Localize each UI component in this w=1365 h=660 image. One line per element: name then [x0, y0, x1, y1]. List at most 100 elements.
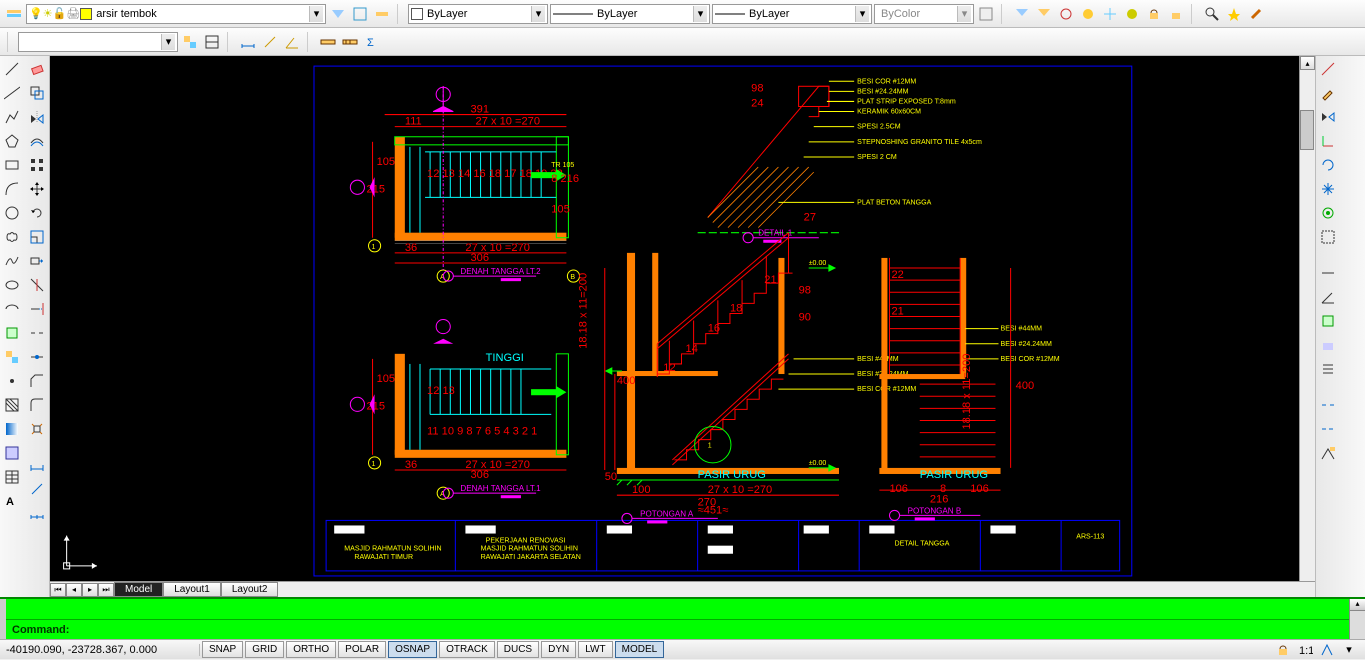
polar-toggle[interactable]: POLAR — [338, 641, 386, 658]
layer-lock-button[interactable] — [1144, 4, 1164, 24]
dist-tool-button[interactable] — [1317, 262, 1339, 284]
plotstyle-button[interactable] — [976, 4, 996, 24]
pan-button[interactable] — [1317, 178, 1339, 200]
layer-freeze-button[interactable] — [1100, 4, 1120, 24]
status-annotation-icon[interactable] — [1317, 640, 1337, 660]
circle-button[interactable] — [1, 202, 23, 224]
move-button[interactable] — [26, 178, 48, 200]
h-mirror-button[interactable] — [1317, 106, 1339, 128]
explode-button[interactable] — [26, 418, 48, 440]
ucs-button[interactable] — [1317, 130, 1339, 152]
point-button[interactable] — [1, 370, 23, 392]
spline-button[interactable] — [1, 250, 23, 272]
model-toggle[interactable]: MODEL — [615, 641, 665, 658]
layer-match-button[interactable] — [1034, 4, 1054, 24]
light-button[interactable] — [1224, 4, 1244, 24]
dim-continue-left-button[interactable] — [26, 502, 48, 524]
layer-manager-button[interactable] — [4, 4, 24, 24]
zoom-button[interactable] — [1202, 4, 1222, 24]
vertical-scrollbar[interactable]: ▴ — [1299, 56, 1315, 581]
area-tool-button[interactable] — [1317, 310, 1339, 332]
orbit-button[interactable] — [1317, 202, 1339, 224]
region-button[interactable] — [1, 442, 23, 464]
matchprop-button[interactable] — [1317, 82, 1339, 104]
scroll-up-button[interactable]: ▴ — [1300, 56, 1315, 70]
model-tab[interactable]: Model — [114, 582, 163, 597]
ellipse-arc-button[interactable] — [1, 298, 23, 320]
dimstyle-button[interactable] — [180, 32, 200, 52]
dim-linear-button[interactable] — [238, 32, 258, 52]
layer-on-button[interactable] — [1078, 4, 1098, 24]
mtext-button[interactable]: A — [1, 490, 23, 512]
grid-toggle[interactable]: GRID — [245, 641, 284, 658]
snap-toggle[interactable]: SNAP — [202, 641, 243, 658]
annotate-button[interactable] — [1317, 442, 1339, 464]
osnap-toggle[interactable]: OSNAP — [388, 641, 437, 658]
make-current-button[interactable] — [1012, 4, 1032, 24]
rotate-button[interactable] — [26, 202, 48, 224]
tab-next-button[interactable]: ▸ — [82, 583, 98, 597]
angle-tool-button[interactable] — [1317, 286, 1339, 308]
dim-aligned-left-button[interactable] — [26, 478, 48, 500]
layer-off-button[interactable] — [1056, 4, 1076, 24]
tab-prev-button[interactable]: ◂ — [66, 583, 82, 597]
erase-button[interactable] — [26, 58, 48, 80]
textstyle-dropdown[interactable]: ▾ — [18, 32, 178, 52]
status-scale-icon[interactable]: 1:1 — [1295, 640, 1315, 660]
rectangle-button[interactable] — [1, 154, 23, 176]
array-button[interactable] — [26, 154, 48, 176]
layer-dropdown[interactable]: 💡 ☀ 🔓 🖨 arsir tembok ▾ — [26, 4, 326, 24]
zoom-window-button[interactable] — [1317, 226, 1339, 248]
otrack-toggle[interactable]: OTRACK — [439, 641, 495, 658]
join-button[interactable] — [26, 346, 48, 368]
tablestyle-button[interactable] — [202, 32, 222, 52]
massprop-button[interactable] — [1317, 334, 1339, 356]
revcloud-button[interactable] — [1, 226, 23, 248]
layer-states-button[interactable] — [350, 4, 370, 24]
command-line[interactable]: Command: — [6, 619, 1349, 639]
ellipse-button[interactable] — [1, 274, 23, 296]
layout1-tab[interactable]: Layout1 — [163, 582, 221, 597]
dim-angular-button[interactable] — [282, 32, 302, 52]
mirror-button[interactable] — [26, 106, 48, 128]
tab-last-button[interactable]: ⏭ — [98, 583, 114, 597]
layer-previous-button[interactable] — [328, 4, 348, 24]
measure-button[interactable] — [318, 32, 338, 52]
pline-button[interactable] — [1, 106, 23, 128]
fillet-button[interactable] — [26, 394, 48, 416]
break-gap-button[interactable] — [1317, 418, 1339, 440]
offset-button[interactable] — [26, 130, 48, 152]
polygon-button[interactable] — [1, 130, 23, 152]
break-button[interactable] — [26, 322, 48, 344]
lineweight-dropdown[interactable]: ByLayer ▾ — [712, 4, 872, 24]
plotstyle-dropdown[interactable]: ByColor ▾ — [874, 4, 974, 24]
chamfer-button[interactable] — [26, 370, 48, 392]
measure2-button[interactable] — [340, 32, 360, 52]
trim-button[interactable] — [26, 274, 48, 296]
layer-iso-button[interactable] — [372, 4, 392, 24]
stretch-button[interactable] — [26, 250, 48, 272]
arc-button[interactable] — [1, 178, 23, 200]
layout2-tab[interactable]: Layout2 — [221, 582, 279, 597]
break-at-button[interactable] — [1317, 394, 1339, 416]
coordinates-display[interactable]: -40190.090, -23728.367, 0.000 — [0, 644, 200, 656]
distance-button[interactable] — [1317, 58, 1339, 80]
layer-thaw-button[interactable] — [1122, 4, 1142, 24]
ortho-toggle[interactable]: ORTHO — [286, 641, 336, 658]
command-scrollbar[interactable]: ▴ — [1349, 599, 1365, 639]
insert-button[interactable] — [1, 322, 23, 344]
gradient-button[interactable] — [1, 418, 23, 440]
sum-button[interactable]: Σ — [362, 32, 382, 52]
scroll-thumb[interactable] — [1300, 110, 1314, 150]
layer-unlock-button[interactable] — [1166, 4, 1186, 24]
ducs-toggle[interactable]: DUCS — [497, 641, 539, 658]
color-dropdown[interactable]: ByLayer ▾ — [408, 4, 548, 24]
line-button[interactable] — [1, 58, 23, 80]
drawing-canvas[interactable]: MASJID RAHMATUN SOLIHIN RAWAJATI TIMUR P… — [50, 56, 1315, 581]
ucs-rotate-button[interactable] — [1317, 154, 1339, 176]
dyn-toggle[interactable]: DYN — [541, 641, 576, 658]
lwt-toggle[interactable]: LWT — [578, 641, 612, 658]
extend-button[interactable] — [26, 298, 48, 320]
dim-aligned-button[interactable] — [260, 32, 280, 52]
linetype-dropdown[interactable]: ByLayer ▾ — [550, 4, 710, 24]
